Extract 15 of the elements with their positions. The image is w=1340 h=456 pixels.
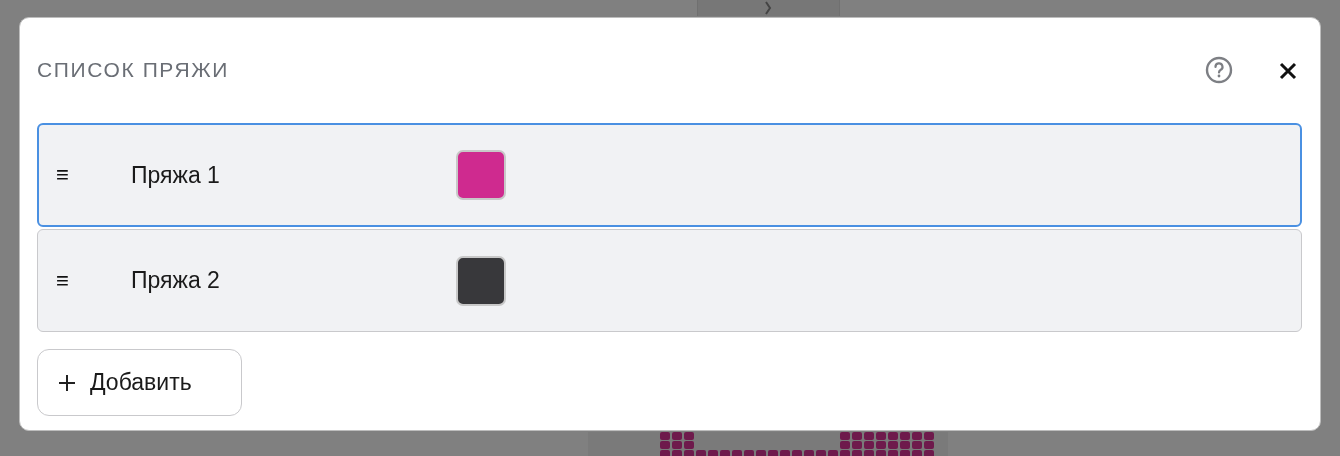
add-button[interactable]: Добавить xyxy=(37,349,242,416)
color-swatch[interactable] xyxy=(456,150,506,200)
close-button[interactable] xyxy=(1279,61,1297,80)
close-icon xyxy=(1279,61,1297,80)
color-swatch[interactable] xyxy=(456,255,506,306)
yarn-row[interactable]: ≡ Пряжа 2 xyxy=(37,229,1302,332)
help-icon[interactable] xyxy=(1205,55,1233,84)
drag-handle[interactable]: ≡ xyxy=(38,164,131,186)
chevron-icon xyxy=(765,1,772,15)
drag-handle[interactable]: ≡ xyxy=(38,269,131,292)
yarn-name: Пряжа 2 xyxy=(131,267,221,294)
yarn-row[interactable]: ≡ Пряжа 1 xyxy=(37,123,1302,227)
plus-icon xyxy=(58,373,76,392)
yarn-name: Пряжа 1 xyxy=(131,161,221,189)
dialog-title: СПИСОК ПРЯЖИ xyxy=(37,57,230,82)
